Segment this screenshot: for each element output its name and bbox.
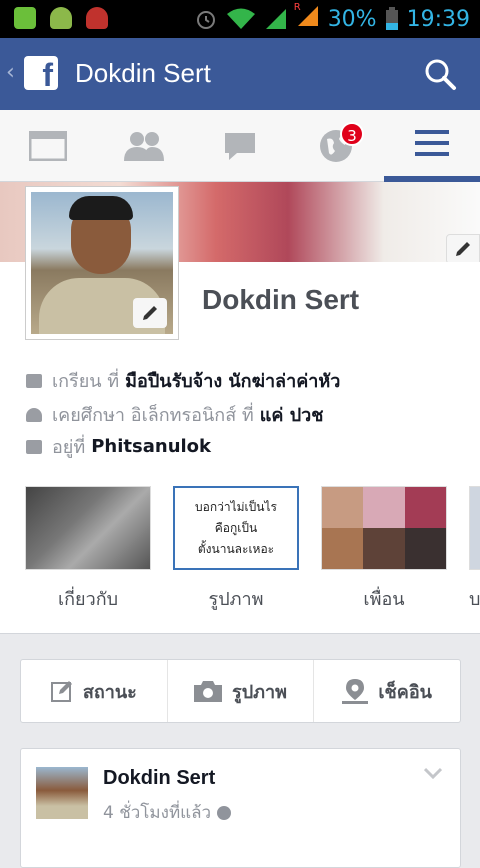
tab-notifications[interactable]: 3	[288, 110, 384, 182]
chevron-down-icon[interactable]	[424, 767, 442, 779]
notification-badge: 3	[340, 122, 364, 146]
post-time-text: 4 ชั่วโมงที่แล้ว	[103, 803, 212, 823]
friends-icon	[124, 132, 164, 161]
about-thumbnail	[25, 486, 151, 570]
education-value[interactable]: แค่ ปวช	[260, 400, 324, 429]
info-location: อยู่ที่ Phitsanulok	[26, 432, 211, 461]
location-prefix: อยู่ที่	[52, 437, 86, 458]
camera-icon	[194, 681, 223, 702]
location-value[interactable]: Phitsanulok	[91, 436, 211, 457]
roaming-label: R	[293, 2, 301, 13]
graduation-cap-icon	[26, 407, 42, 422]
checkin-label: เช็คอิน	[378, 681, 432, 703]
roaming-signal: R	[293, 2, 320, 34]
post-card: Dokdin Sert 4 ชั่วโมงที่แล้ว	[20, 748, 461, 868]
photos-thumbnail: บอกว่าไม่เป็นไร คือกูเป็น ตั้งนานละเหอะ	[173, 486, 299, 570]
friends-thumbnail	[321, 486, 447, 570]
clock: 19:39	[406, 6, 470, 32]
battery-icon	[385, 7, 398, 30]
pencil-icon	[143, 306, 157, 320]
status-bar: R 30% 19:39	[0, 0, 480, 38]
profile-card: Dokdin Sert เกรียน ที่ มือปืนรับจ้าง นัก…	[0, 182, 480, 634]
composer-actions: สถานะ รูปภาพ เช็คอิน	[20, 659, 461, 723]
photo-caption-line: คือกูเป็น	[214, 520, 258, 535]
line-icon	[14, 7, 36, 29]
education-prefix: เคยศึกษา อิเล็กทรอนิกส์ ที่	[52, 405, 254, 426]
checkin-button[interactable]: เช็คอิน	[314, 660, 460, 722]
location-pin-icon	[342, 679, 369, 704]
edit-profile-picture-button[interactable]	[133, 298, 167, 328]
search-icon[interactable]	[422, 56, 458, 92]
profile-picture[interactable]	[25, 186, 179, 340]
photo-caption-line: ตั้งนานละเหอะ	[197, 541, 275, 556]
tile-photos[interactable]: บอกว่าไม่เป็นไร คือกูเป็น ตั้งนานละเหอะ …	[173, 486, 299, 613]
page-title: Dokdin Sert	[75, 58, 211, 88]
tab-messages[interactable]	[192, 110, 288, 182]
tile-about[interactable]: เกี่ยวกับ	[25, 486, 151, 613]
post-author-name[interactable]: Dokdin Sert	[103, 767, 215, 790]
info-education: เคยศึกษา อิเล็กทรอนิกส์ ที่ แค่ ปวช	[26, 400, 323, 429]
signal-icon	[265, 9, 286, 29]
tile-more-label: บ	[469, 589, 480, 610]
tab-news-feed[interactable]	[0, 110, 96, 182]
tile-friends[interactable]: เพื่อน	[321, 486, 447, 613]
briefcase-icon	[26, 373, 42, 388]
photo-caption-line: บอกว่าไม่เป็นไร	[195, 499, 277, 514]
action-bar: ‹ f Dokdin Sert	[0, 38, 480, 110]
profile-name: Dokdin Sert	[202, 284, 360, 315]
android-icon	[50, 7, 72, 29]
status-button[interactable]: สถานะ	[21, 660, 168, 722]
tile-photos-label: รูปภาพ	[208, 589, 264, 610]
tab-friend-requests[interactable]	[96, 110, 192, 182]
photo-button[interactable]: รูปภาพ	[168, 660, 315, 722]
work-value[interactable]: มือปืนรับจ้าง นักฆ่าล่าค่าหัว	[125, 366, 340, 395]
work-prefix: เกรียน ที่	[52, 371, 120, 392]
pencil-icon	[456, 242, 470, 256]
android-red-icon	[86, 7, 108, 29]
status-label: สถานะ	[82, 681, 137, 703]
photo-label: รูปภาพ	[232, 681, 287, 703]
wifi-icon	[226, 8, 255, 29]
edit-cover-button[interactable]	[446, 234, 480, 262]
messages-icon	[225, 133, 255, 160]
house-icon	[26, 439, 42, 454]
post-author-avatar[interactable]	[36, 767, 88, 819]
tile-about-label: เกี่ยวกับ	[57, 589, 119, 610]
tile-friends-label: เพื่อน	[363, 589, 405, 610]
more-thumbnail	[469, 486, 480, 570]
tab-menu[interactable]	[384, 110, 480, 182]
alarm-icon	[196, 11, 215, 29]
back-chevron-icon[interactable]: ‹	[6, 60, 15, 85]
info-work: เกรียน ที่ มือปืนรับจ้าง นักฆ่าล่าค่าหัว	[26, 366, 340, 395]
edit-status-icon	[50, 681, 72, 702]
news-feed-icon	[29, 131, 67, 161]
tab-bar: 3	[0, 110, 480, 182]
battery-percent: 30%	[327, 6, 377, 32]
avatar	[31, 192, 173, 334]
post-timestamp[interactable]: 4 ชั่วโมงที่แล้ว	[103, 799, 232, 826]
hamburger-menu-icon	[415, 130, 449, 156]
profile-tiles: เกี่ยวกับ บอกว่าไม่เป็นไร คือกูเป็น ตั้ง…	[0, 486, 480, 616]
tile-more[interactable]: บ	[469, 486, 480, 613]
facebook-logo-icon[interactable]: f	[24, 56, 58, 93]
public-globe-icon	[217, 805, 232, 820]
